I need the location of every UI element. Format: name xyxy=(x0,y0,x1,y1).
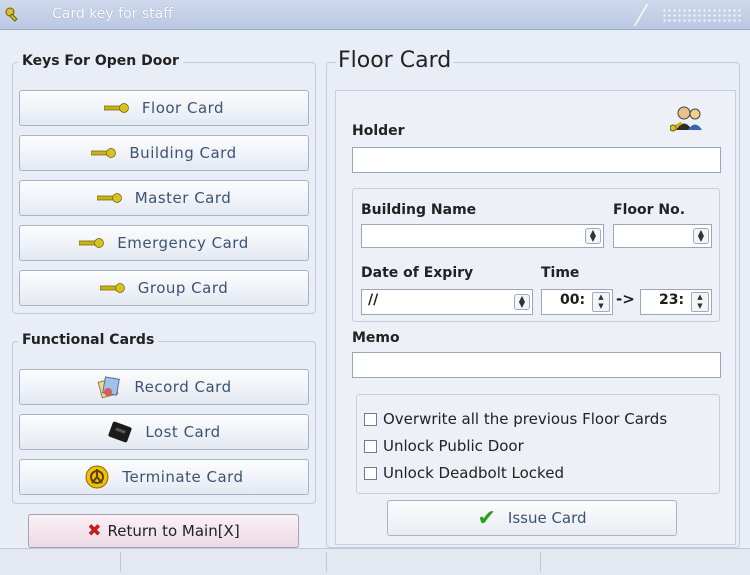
lost-card-icon xyxy=(108,421,132,443)
checkbox-box[interactable] xyxy=(364,439,377,453)
memo-input[interactable] xyxy=(352,352,721,378)
floor-card-label: Floor Card xyxy=(141,99,225,117)
key-icon xyxy=(103,103,129,113)
time-label: Time xyxy=(541,265,580,281)
status-segment xyxy=(326,552,327,572)
group-card-label: Group Card xyxy=(137,279,229,297)
time-to-spinner[interactable]: 23: ▲ ▼ xyxy=(640,289,712,315)
emergency-card-button[interactable]: Emergency Card xyxy=(19,225,309,261)
time-from-spinner[interactable]: 00: ▲ ▼ xyxy=(541,289,613,315)
key-icon xyxy=(99,283,125,293)
holder-input[interactable] xyxy=(352,147,721,173)
close-x-icon: ✖ xyxy=(87,521,102,541)
overwrite-floor-cards-checkbox[interactable]: Overwrite all the previous Floor Cards xyxy=(364,410,667,428)
terminate-card-button[interactable]: Terminate Card xyxy=(19,459,309,495)
floor-no-label: Floor No. xyxy=(613,202,686,218)
functional-group-title: Functional Cards xyxy=(18,332,159,348)
issue-card-button[interactable]: ✔ Issue Card xyxy=(387,500,677,536)
floor-no-select[interactable]: ▲ ▼ xyxy=(613,224,712,248)
lost-card-button[interactable]: Lost Card xyxy=(19,414,309,450)
chevron-updown-icon[interactable]: ▲ ▼ xyxy=(585,228,601,244)
staff-users-icon xyxy=(670,106,702,132)
key-icon xyxy=(96,193,122,203)
status-segment xyxy=(540,552,541,572)
building-name-select[interactable]: ▲ ▼ xyxy=(361,224,604,248)
window-title: Card key for staff xyxy=(52,6,173,22)
record-card-icon xyxy=(97,376,121,399)
key-icon xyxy=(79,238,105,248)
record-card-button[interactable]: Record Card xyxy=(19,369,309,405)
spinner-icon[interactable]: ▲ ▼ xyxy=(592,292,610,312)
time-arrow: -> xyxy=(616,290,635,308)
unlock-deadbolt-checkbox[interactable]: Unlock Deadbolt Locked xyxy=(364,464,564,482)
unlock-public-door-label: Unlock Public Door xyxy=(383,437,524,455)
building-card-button[interactable]: Building Card xyxy=(19,135,309,171)
spinner-icon[interactable]: ▲ ▼ xyxy=(691,292,709,312)
issue-card-label: Issue Card xyxy=(507,509,587,527)
chevron-updown-icon[interactable]: ▲ ▼ xyxy=(693,228,709,244)
checkmark-icon: ✔ xyxy=(477,505,496,531)
checkbox-box[interactable] xyxy=(364,466,377,480)
floor-card-button[interactable]: Floor Card xyxy=(19,90,309,126)
overwrite-floor-cards-label: Overwrite all the previous Floor Cards xyxy=(383,410,668,428)
panel-title: Floor Card xyxy=(336,48,454,73)
master-card-label: Master Card xyxy=(134,189,232,207)
keys-group-title: Keys For Open Door xyxy=(18,53,183,69)
expiry-date-picker[interactable]: // ▲ ▼ xyxy=(361,289,533,315)
terminate-card-icon xyxy=(85,465,109,489)
key-icon xyxy=(91,148,117,158)
app-key-icon xyxy=(5,7,18,22)
title-grip xyxy=(633,4,661,26)
time-to-value: 23: xyxy=(659,292,685,308)
building-name-label: Building Name xyxy=(361,202,477,218)
return-to-main-label: Return to Main[X] xyxy=(107,522,240,540)
checkbox-box[interactable] xyxy=(364,412,377,426)
holder-label: Holder xyxy=(352,123,405,139)
expiry-label: Date of Expiry xyxy=(361,265,474,281)
master-card-button[interactable]: Master Card xyxy=(19,180,309,216)
time-from-value: 00: xyxy=(560,292,586,308)
building-card-label: Building Card xyxy=(129,144,237,162)
unlock-deadbolt-label: Unlock Deadbolt Locked xyxy=(383,464,564,482)
chevron-updown-icon[interactable]: ▲ ▼ xyxy=(514,294,530,310)
title-bar: Card key for staff xyxy=(0,0,750,30)
record-card-label: Record Card xyxy=(134,378,232,396)
unlock-public-door-checkbox[interactable]: Unlock Public Door xyxy=(364,437,524,455)
title-decoration xyxy=(662,8,742,22)
status-segment xyxy=(120,552,121,572)
expiry-date-value: // xyxy=(368,292,379,308)
memo-label: Memo xyxy=(352,330,400,346)
status-bar xyxy=(0,548,750,575)
return-to-main-button[interactable]: ✖ Return to Main[X] xyxy=(28,514,299,548)
group-card-button[interactable]: Group Card xyxy=(19,270,309,306)
emergency-card-label: Emergency Card xyxy=(117,234,249,252)
lost-card-label: Lost Card xyxy=(145,423,221,441)
terminate-card-label: Terminate Card xyxy=(122,468,244,486)
